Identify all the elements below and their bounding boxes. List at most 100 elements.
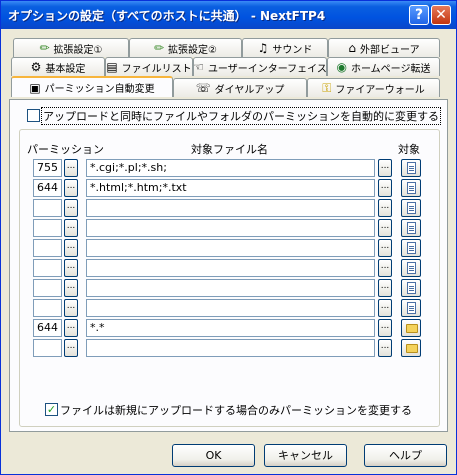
filename-input[interactable] bbox=[86, 299, 375, 317]
new-only-checkbox[interactable]: ✓ bbox=[45, 403, 58, 416]
permission-input[interactable] bbox=[33, 199, 62, 217]
target-type-button[interactable] bbox=[401, 259, 421, 277]
checkmark-icon: ✓ bbox=[46, 403, 57, 416]
filename-browse-button[interactable]: ... bbox=[378, 199, 392, 217]
filename-browse-button[interactable]: ... bbox=[378, 179, 392, 197]
file-icon bbox=[407, 222, 416, 234]
cancel-button[interactable]: キャンセル bbox=[264, 444, 347, 467]
tab-user-interface[interactable]: ☜ ユーザーインターフェイス bbox=[193, 57, 327, 76]
help-button[interactable]: ヘルプ bbox=[364, 444, 447, 467]
filename-browse-button[interactable]: ... bbox=[378, 299, 392, 317]
tab-label: ホームページ転送 bbox=[350, 63, 431, 75]
filename-input[interactable] bbox=[86, 279, 375, 297]
wrench-icon: ⚙ bbox=[30, 60, 42, 74]
tab-external-viewer[interactable]: ⌂ 外部ビューア bbox=[328, 38, 440, 57]
target-type-button[interactable] bbox=[401, 159, 421, 177]
new-only-label[interactable]: ファイルは新規にアップロードする場合のみパーミッションを変更する bbox=[60, 402, 412, 418]
target-type-button[interactable] bbox=[401, 239, 421, 257]
permission-input[interactable] bbox=[33, 339, 62, 357]
target-type-button[interactable] bbox=[401, 219, 421, 237]
tab-dialup[interactable]: ☏ ダイヤルアップ bbox=[173, 78, 307, 97]
filename-input[interactable]: *.* bbox=[86, 319, 375, 337]
permission-input[interactable]: 644 bbox=[33, 179, 62, 197]
permission-input[interactable]: 644 bbox=[33, 319, 62, 337]
permission-browse-button[interactable]: ... bbox=[64, 259, 78, 277]
permission-input[interactable] bbox=[33, 299, 62, 317]
viewer-icon: ⌂ bbox=[348, 41, 356, 55]
tab-permission-auto-change[interactable]: ▣ パーミッション自動変更 bbox=[11, 76, 173, 97]
title-bar[interactable]: オプションの設定（すべてのホストに共通） - NextFTP4 ? ✕ bbox=[1, 1, 456, 29]
permission-input[interactable]: 755 bbox=[33, 159, 62, 177]
target-type-button[interactable] bbox=[401, 319, 421, 337]
target-type-button[interactable] bbox=[401, 339, 421, 357]
permission-browse-button[interactable]: ... bbox=[64, 319, 78, 337]
close-button[interactable]: ✕ bbox=[431, 5, 451, 25]
permission-browse-button[interactable]: ... bbox=[64, 159, 78, 177]
permission-input[interactable] bbox=[33, 259, 62, 277]
pencil-icon: ✏ bbox=[39, 41, 50, 55]
permission-input[interactable] bbox=[33, 219, 62, 237]
permission-browse-button[interactable]: ... bbox=[64, 299, 78, 317]
file-icon bbox=[407, 242, 416, 254]
tab-sound[interactable]: ♫ サウンド bbox=[242, 38, 328, 57]
target-type-button[interactable] bbox=[401, 299, 421, 317]
options-dialog: オプションの設定（すべてのホストに共通） - NextFTP4 ? ✕ ✏ 拡張… bbox=[0, 0, 457, 475]
filename-browse-button[interactable]: ... bbox=[378, 259, 392, 277]
file-icon bbox=[407, 162, 416, 174]
filename-input[interactable] bbox=[86, 219, 375, 237]
permission-browse-button[interactable]: ... bbox=[64, 239, 78, 257]
tab-label: ファイアーウォール bbox=[335, 84, 425, 96]
filename-input[interactable] bbox=[86, 199, 375, 217]
tab-label: 拡張設定② bbox=[168, 44, 218, 56]
tab-label: ユーザーインターフェイス bbox=[207, 63, 327, 75]
tab-extended-1[interactable]: ✏ 拡張設定① bbox=[13, 38, 129, 57]
filename-input[interactable]: *.cgi;*.pl;*.sh; bbox=[86, 159, 375, 177]
hand-pointer-icon: ☜ bbox=[193, 60, 204, 74]
ok-button[interactable]: OK bbox=[172, 444, 255, 467]
permission-browse-button[interactable]: ... bbox=[64, 279, 78, 297]
filename-browse-button[interactable]: ... bbox=[378, 279, 392, 297]
tab-label: 拡張設定① bbox=[53, 44, 103, 56]
auto-change-checkbox[interactable] bbox=[27, 109, 40, 122]
auto-change-label[interactable]: アップロードと同時にファイルやフォルダのパーミッションを自動的に変更する bbox=[41, 107, 441, 125]
help-title-button[interactable]: ? bbox=[409, 5, 429, 25]
globe-icon: ◉ bbox=[336, 60, 347, 74]
tab-firewall[interactable]: ⚿ ファイアーウォール bbox=[307, 78, 440, 97]
filename-browse-button[interactable]: ... bbox=[378, 339, 392, 357]
permission-input[interactable] bbox=[33, 239, 62, 257]
file-icon bbox=[407, 282, 416, 294]
filename-input[interactable] bbox=[86, 259, 375, 277]
tab-label: サウンド bbox=[272, 44, 313, 56]
tab-homepage-transfer[interactable]: ◉ ホームページ転送 bbox=[327, 57, 440, 76]
permission-input[interactable] bbox=[33, 279, 62, 297]
filename-input[interactable]: *.html;*.htm;*.txt bbox=[86, 179, 375, 197]
folder-icon bbox=[406, 344, 418, 353]
list-icon: ▤ bbox=[106, 60, 118, 74]
target-type-button[interactable] bbox=[401, 199, 421, 217]
tab-label: ダイヤルアップ bbox=[214, 84, 285, 96]
target-type-button[interactable] bbox=[401, 279, 421, 297]
filename-browse-button[interactable]: ... bbox=[378, 239, 392, 257]
tab-file-list[interactable]: ▤ ファイルリスト bbox=[105, 57, 193, 76]
tab-extended-2[interactable]: ✏ 拡張設定② bbox=[129, 38, 242, 57]
filename-input[interactable] bbox=[86, 339, 375, 357]
permission-browse-button[interactable]: ... bbox=[64, 219, 78, 237]
filename-header: 対象ファイル名 bbox=[191, 143, 268, 156]
target-type-button[interactable] bbox=[401, 179, 421, 197]
permission-browse-button[interactable]: ... bbox=[64, 199, 78, 217]
phone-icon: ☏ bbox=[195, 81, 211, 95]
filename-browse-button[interactable]: ... bbox=[378, 219, 392, 237]
permission-browse-button[interactable]: ... bbox=[64, 179, 78, 197]
file-icon bbox=[407, 202, 416, 214]
file-icon bbox=[407, 302, 416, 314]
tab-label: 基本設定 bbox=[45, 63, 86, 75]
filename-browse-button[interactable]: ... bbox=[378, 319, 392, 337]
filename-input[interactable] bbox=[86, 239, 375, 257]
folder-icon bbox=[406, 324, 418, 333]
tab-basic-settings[interactable]: ⚙ 基本設定 bbox=[11, 57, 105, 76]
filename-browse-button[interactable]: ... bbox=[378, 159, 392, 177]
pencil-icon: ✏ bbox=[153, 41, 165, 55]
window-title: オプションの設定（すべてのホストに共通） - NextFTP4 bbox=[8, 9, 326, 23]
permission-icon: ▣ bbox=[29, 80, 41, 95]
permission-browse-button[interactable]: ... bbox=[64, 339, 78, 357]
